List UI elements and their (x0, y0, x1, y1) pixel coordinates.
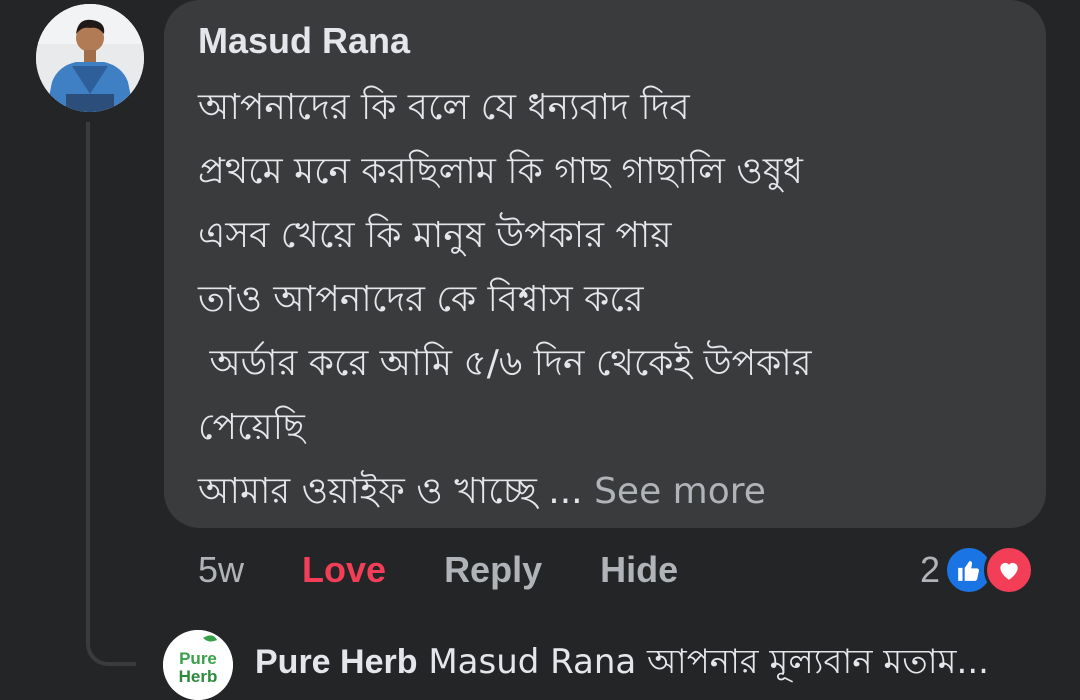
comment-author-name[interactable]: Masud Rana (198, 20, 410, 62)
comment-text: আপনাদের কি বলে যে ধন্যবাদ দিব প্রথমে মনে … (198, 76, 812, 524)
reply-text: Masud Rana আপনার মূল্যবান মতাম... (428, 642, 989, 682)
love-reaction-button[interactable]: Love (302, 549, 386, 591)
reaction-count: 2 (920, 549, 941, 590)
comment-line: পেয়েছি (198, 407, 305, 448)
comment-line: আমার ওয়াইফ ও খাচ্ছে ... (198, 471, 595, 512)
comment-line: আপনাদের কি বলে যে ধন্যবাদ দিব (198, 87, 690, 128)
comment-line: প্রথমে মনে করছিলাম কি গাছ গাছালি ওষুধ (198, 151, 803, 192)
thread-connector-line (86, 122, 136, 666)
comment-line-last: আমার ওয়াইফ ও খাচ্ছে ... See more (198, 460, 812, 524)
reaction-summary[interactable]: 2 (920, 544, 1035, 596)
comment-line: অর্ডার করে আমি ৫/৬ দিন থেকেই উপকার (198, 343, 812, 384)
heart-icon (984, 545, 1035, 595)
profile-photo (36, 4, 144, 112)
page-avatar[interactable]: Pure Herb (163, 630, 233, 700)
comment-line: এসব খেয়ে কি মানুষ উপকার পায় (198, 215, 672, 256)
avatar[interactable] (36, 4, 144, 112)
hide-button[interactable]: Hide (600, 549, 678, 591)
comment-timestamp[interactable]: 5w (198, 549, 244, 591)
comment-bubble: Masud Rana আপনাদের কি বলে যে ধন্যবাদ দিব… (164, 0, 1046, 528)
pure-herb-logo: Pure Herb (163, 630, 233, 700)
reply-button[interactable]: Reply (444, 549, 542, 591)
reply-author-name[interactable]: Pure Herb (255, 643, 418, 681)
reply-preview[interactable]: Pure Herb Masud Rana আপনার মূল্যবান মতাম… (255, 636, 989, 693)
logo-text-pure: Pure (179, 649, 217, 668)
see-more-link[interactable]: See more (594, 471, 766, 512)
comment-line: তাও আপনাদের কে বিশ্বাস করে (198, 279, 644, 320)
logo-text-herb: Herb (179, 667, 218, 686)
comment-actions: 5w Love Reply Hide (198, 544, 736, 596)
